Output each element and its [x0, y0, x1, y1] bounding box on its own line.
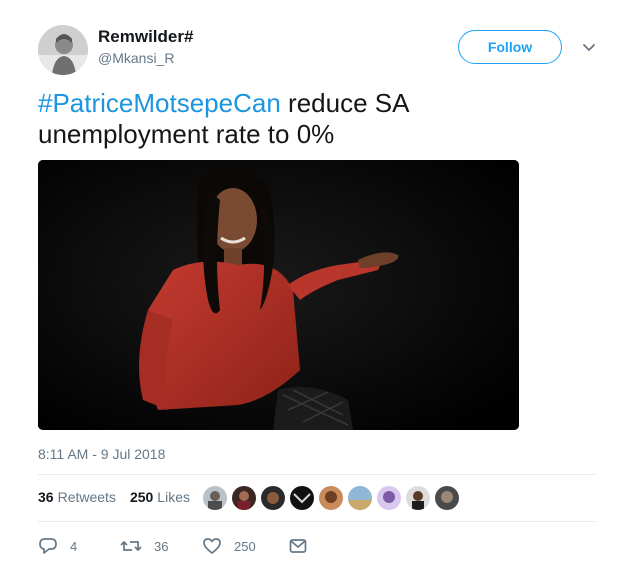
like-button[interactable]: 250 [202, 537, 288, 555]
tweet-photo[interactable] [38, 160, 519, 430]
divider [38, 474, 596, 475]
liker-avatar[interactable] [406, 486, 430, 510]
liker-avatar[interactable] [203, 486, 227, 510]
retweets-count: 36 [38, 489, 54, 505]
author-avatar[interactable] [38, 25, 88, 75]
author-name[interactable]: Remwilder# [98, 26, 193, 48]
author-handle[interactable]: @Mkansi_R [98, 49, 174, 67]
likes-count: 250 [129, 489, 154, 505]
retweets-label: Retweets [57, 489, 116, 505]
envelope-icon [289, 539, 307, 553]
heart-icon [203, 538, 221, 554]
retweet-button[interactable]: 36 [120, 537, 202, 555]
divider [38, 521, 596, 522]
likers-avatars [203, 486, 464, 510]
retweets-stat[interactable]: 36 Retweets [38, 489, 116, 505]
likes-stat[interactable]: 250 Likes [130, 489, 190, 505]
like-count: 250 [234, 538, 256, 554]
tweet-text: #PatriceMotsepeCan reduce SA unemploymen… [38, 88, 578, 150]
reply-count: 4 [70, 538, 78, 554]
likes-label: Likes [157, 489, 190, 505]
user-avatar-icon [38, 25, 88, 75]
chevron-down-icon[interactable] [580, 38, 598, 56]
photo-woman-red-dress-icon [38, 160, 519, 430]
liker-avatar[interactable] [232, 486, 256, 510]
liker-avatar[interactable] [348, 486, 372, 510]
retweet-count: 36 [154, 538, 169, 554]
direct-message-button[interactable] [288, 537, 308, 555]
tweet-actions: 4 36 250 [38, 537, 308, 555]
liker-avatar[interactable] [377, 486, 401, 510]
engagement-stats: 36 Retweets 250 Likes [38, 489, 204, 505]
reply-icon [39, 538, 57, 554]
tweet-card: Remwilder# @Mkansi_R Follow #PatriceMots… [0, 0, 617, 574]
liker-avatar[interactable] [290, 486, 314, 510]
liker-avatar[interactable] [435, 486, 459, 510]
reply-button[interactable]: 4 [38, 537, 120, 555]
tweet-timestamp[interactable]: 8:11 AM - 9 Jul 2018 [38, 446, 165, 462]
retweet-icon [120, 540, 142, 552]
liker-avatar[interactable] [261, 486, 285, 510]
liker-avatar[interactable] [319, 486, 343, 510]
hashtag-link[interactable]: #PatriceMotsepeCan [38, 88, 281, 118]
follow-button[interactable]: Follow [458, 30, 562, 64]
